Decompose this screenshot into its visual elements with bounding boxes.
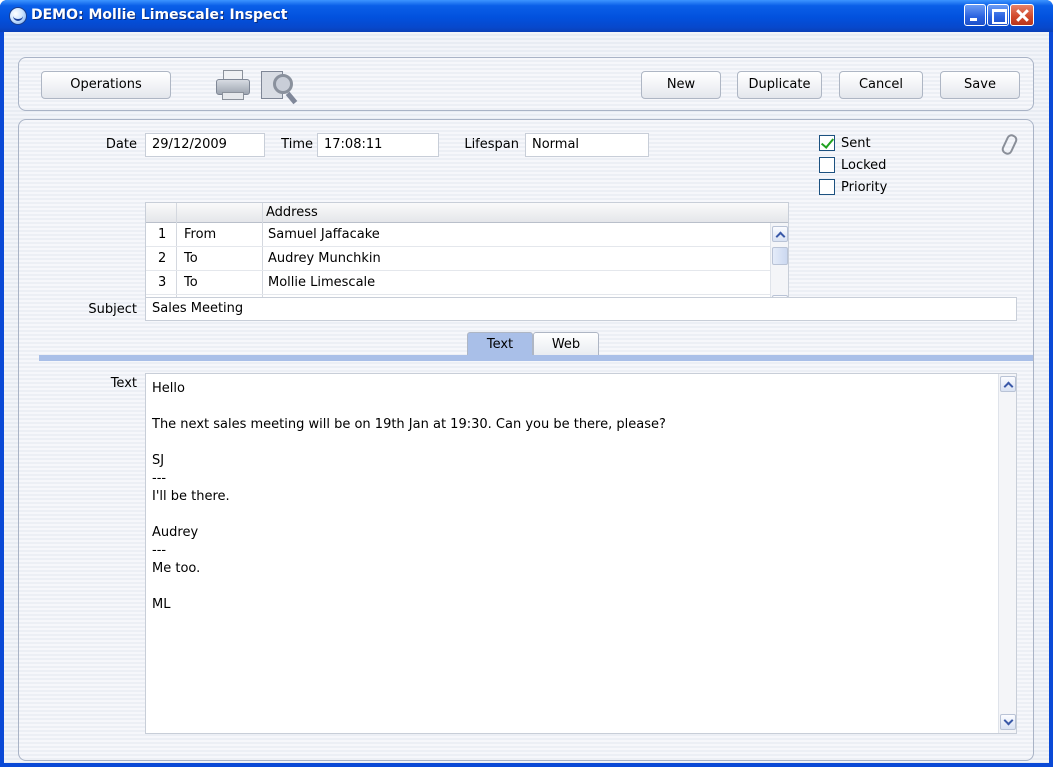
minimize-button[interactable]: [964, 4, 986, 26]
title-bar[interactable]: DEMO: Mollie Limescale: Inspect: [0, 0, 1053, 32]
lifespan-field[interactable]: Normal: [525, 133, 649, 157]
text-scrollbar[interactable]: [998, 374, 1016, 733]
print-preview-icon[interactable]: [257, 68, 301, 105]
duplicate-button[interactable]: Duplicate: [737, 71, 822, 99]
date-field[interactable]: 29/12/2009: [145, 133, 265, 157]
table-header: [146, 203, 788, 223]
text-label: Text: [110, 376, 137, 391]
table-row[interactable]: [146, 223, 770, 247]
text-line: [152, 398, 1016, 416]
text-line: The next sales meeting will be on 19th J…: [152, 417, 666, 432]
scroll-up-icon[interactable]: [772, 226, 788, 242]
maximize-button[interactable]: [987, 4, 1009, 26]
locked-checkbox[interactable]: [819, 157, 835, 173]
scroll-thumb[interactable]: [772, 247, 788, 265]
row-type[interactable]: To: [184, 247, 198, 271]
text-line: I'll be there.: [152, 489, 230, 504]
inspect-window: DEMO: Mollie Limescale: Inspect Operatio…: [0, 0, 1053, 767]
row-number: 1: [158, 227, 167, 242]
text-line: [152, 434, 1016, 452]
tab-strip: [39, 355, 1033, 361]
text-line: SJ: [152, 453, 165, 468]
subject-field[interactable]: Sales Meeting: [145, 297, 1017, 321]
row-address[interactable]: Mollie Limescale: [268, 271, 375, 295]
time-field[interactable]: 17:08:11: [317, 133, 439, 157]
text-line: [152, 578, 1016, 596]
subject-label: Subject: [88, 302, 137, 317]
address-column-header: Address: [266, 205, 318, 220]
tab-web[interactable]: Web: [533, 332, 599, 356]
text-line: Me too.: [152, 561, 201, 576]
text-line: ---: [152, 471, 167, 486]
row-number: 3: [158, 275, 167, 290]
new-button[interactable]: New: [641, 71, 721, 99]
row-address[interactable]: Samuel Jaffacake: [268, 223, 380, 247]
priority-checkbox[interactable]: [819, 179, 835, 195]
paperclip-icon[interactable]: [1001, 134, 1015, 154]
tab-text[interactable]: Text: [467, 332, 533, 356]
app-icon: [9, 7, 27, 25]
scroll-up-icon[interactable]: [1000, 376, 1016, 392]
row-number: 2: [158, 251, 167, 266]
lifespan-label: Lifespan: [464, 137, 519, 152]
toolbar: Operations New Duplicate Cancel Save: [18, 57, 1034, 111]
sent-checkbox[interactable]: [819, 135, 835, 151]
text-line: ---: [152, 543, 167, 558]
row-address[interactable]: Audrey Munchkin: [268, 247, 381, 271]
table-row[interactable]: [146, 247, 770, 271]
text-line: [152, 506, 1016, 524]
sent-label: Sent: [841, 136, 871, 151]
printer-icon[interactable]: [214, 68, 252, 102]
priority-label: Priority: [841, 180, 888, 195]
window-client-area: Operations New Duplicate Cancel Save Dat…: [4, 32, 1049, 763]
text-line: Hello: [152, 381, 185, 396]
cancel-button[interactable]: Cancel: [839, 71, 923, 99]
scroll-down-icon[interactable]: [1000, 714, 1016, 730]
message-text-area[interactable]: Hello The next sales meeting will be on …: [145, 373, 1017, 734]
mail-form: Date 29/12/2009 Time 17:08:11 Lifespan N…: [18, 119, 1034, 761]
row-type[interactable]: To: [184, 271, 198, 295]
text-line: Audrey: [152, 525, 199, 540]
table-row[interactable]: [146, 271, 770, 295]
save-button[interactable]: Save: [940, 71, 1020, 99]
locked-label: Locked: [841, 158, 887, 173]
text-line: ML: [152, 597, 171, 612]
window-title: DEMO: Mollie Limescale: Inspect: [31, 7, 288, 23]
date-label: Date: [105, 137, 137, 152]
row-type[interactable]: From: [184, 223, 216, 247]
time-label: Time: [281, 137, 313, 152]
close-button[interactable]: [1010, 4, 1034, 26]
operations-button[interactable]: Operations: [41, 71, 171, 99]
